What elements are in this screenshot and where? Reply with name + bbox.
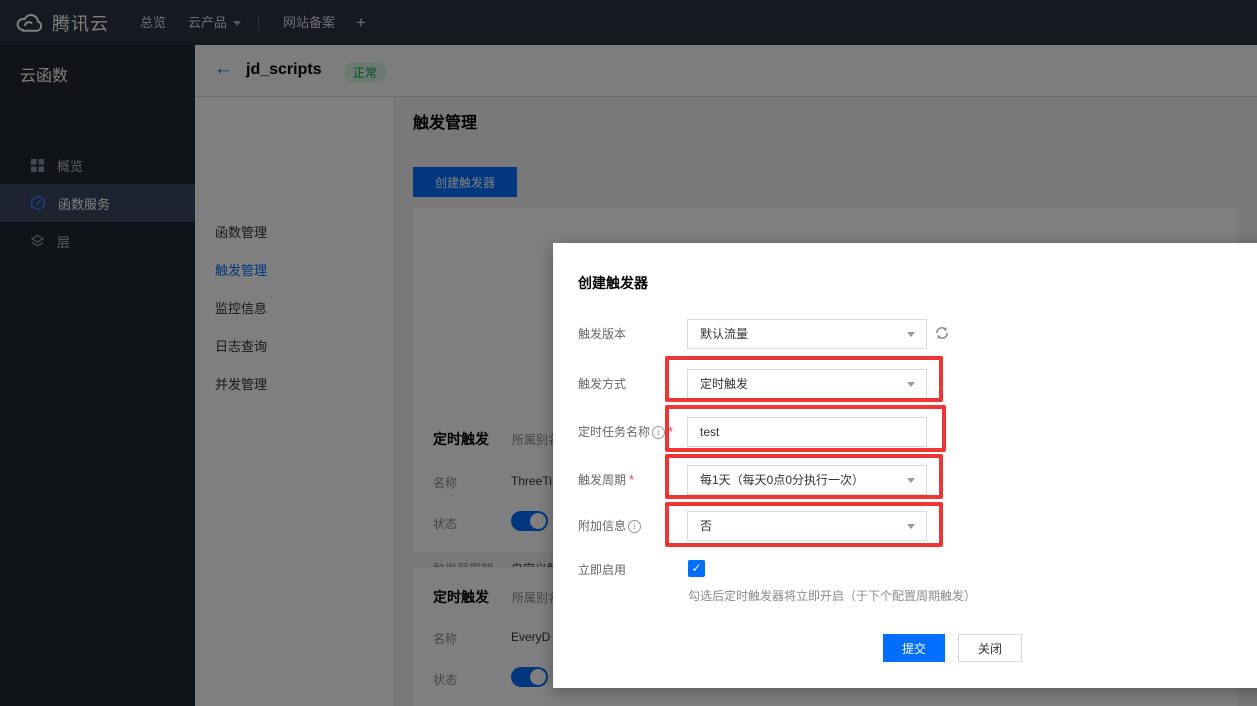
selected-value: 否 [700,519,712,533]
trigger-version-select[interactable]: 默认流量 [687,319,927,349]
extra-info-select[interactable]: 否 [687,511,927,541]
field-label-enable-now: 立即启用 [578,555,626,585]
submit-button[interactable]: 提交 [883,634,945,662]
chevron-down-icon [907,478,915,483]
chevron-down-icon [907,382,915,387]
field-label-trigger-version: 触发版本 [578,319,626,349]
task-name-input[interactable] [687,417,927,447]
field-label-task-name: 定时任务名称i* [578,417,673,447]
modal-title: 创建触发器 [578,273,648,293]
field-label-trigger-method: 触发方式 [578,369,626,399]
close-button[interactable]: 关闭 [958,634,1022,662]
required-asterisk: * [668,417,673,447]
trigger-cycle-select[interactable]: 每1天（每天0点0分执行一次） [687,465,927,495]
enable-now-hint: 勾选后定时触发器将立即开启（于下个配置周期触发） [688,587,976,604]
selected-value: 定时触发 [700,377,748,391]
enable-now-checkbox[interactable]: ✓ [688,560,705,577]
selected-value: 每1天（每天0点0分执行一次） [700,473,864,487]
refresh-icon[interactable] [933,324,953,344]
chevron-down-icon [907,332,915,337]
selected-value: 默认流量 [700,327,748,341]
trigger-method-select[interactable]: 定时触发 [687,369,927,399]
info-icon[interactable]: i [628,520,641,533]
app-root: 腾讯云 总览 云产品 网站备案 + 云函数 概览 函数服务 [0,0,1257,706]
field-label-extra-info: 附加信息i [578,511,641,541]
info-icon[interactable]: i [652,426,665,439]
field-label-trigger-cycle: 触发周期* [578,465,634,495]
chevron-down-icon [907,524,915,529]
required-asterisk: * [629,465,634,495]
create-trigger-modal: 创建触发器 触发版本 默认流量 触发方式 定时触发 定时任务名称i* [553,243,1257,688]
check-icon: ✓ [691,561,701,575]
